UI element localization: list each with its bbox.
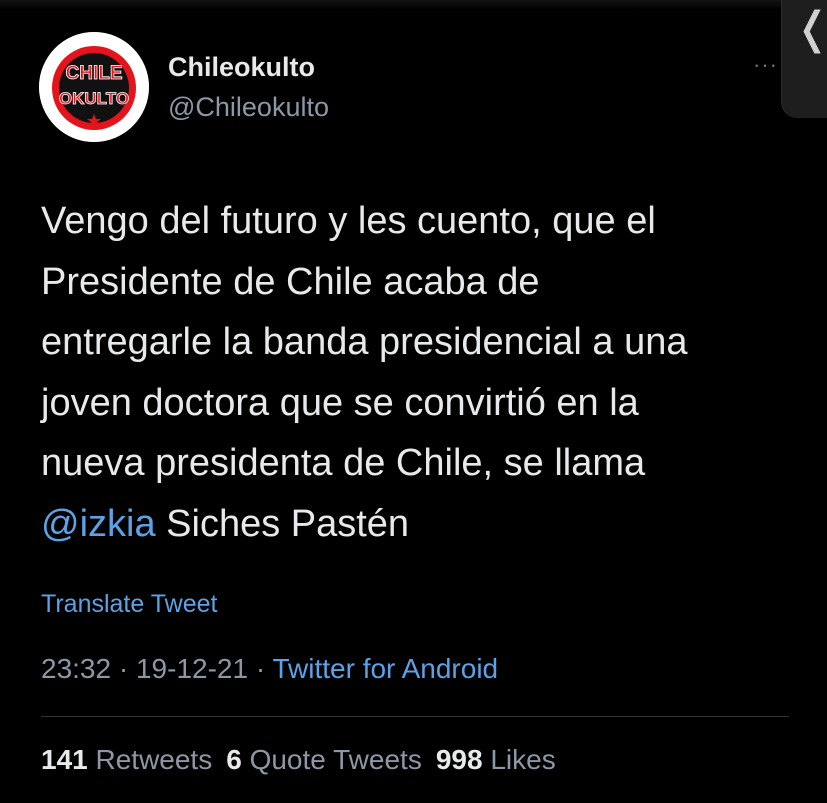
mention-link[interactable]: @izkia: [41, 503, 156, 545]
side-panel-handle[interactable]: ❬: [781, 0, 827, 118]
tweet-line: nueva presidenta de Chile, se llama: [41, 442, 646, 484]
retweets-stat[interactable]: 141 Retweets: [41, 744, 212, 775]
likes-stat[interactable]: 998 Likes: [436, 744, 556, 775]
tweet-text: Vengo del futuro y les cuento, que el Pr…: [41, 191, 801, 554]
meta-separator: ·: [111, 653, 136, 684]
tweet-meta: 23:32 · 19-12-21 · Twitter for Android: [41, 653, 498, 685]
tweet-source-link[interactable]: Twitter for Android: [272, 653, 498, 684]
tweet-line: Vengo del futuro y les cuento, que el: [41, 200, 656, 242]
more-horizontal-icon[interactable]: ···: [753, 52, 778, 78]
user-handle[interactable]: @Chileokulto: [168, 92, 329, 123]
retweets-count: 141: [41, 744, 88, 775]
tweet-line: entregarle la banda presidencial a una: [41, 321, 688, 363]
chevron-left-icon: ❬: [794, 4, 827, 54]
translate-tweet-link[interactable]: Translate Tweet: [41, 590, 217, 619]
tweet-stats: 141 Retweets 6 Quote Tweets 998 Likes: [41, 744, 556, 776]
tweet-line: Presidente de Chile acaba de: [41, 260, 540, 303]
tweet-date: 19-12-21: [135, 653, 249, 684]
tweet-line-rest: Siches Pastén: [155, 502, 410, 545]
quotes-stat[interactable]: 6 Quote Tweets: [226, 744, 422, 775]
quotes-count: 6: [226, 744, 242, 775]
likes-label: Likes: [482, 744, 556, 775]
likes-count: 998: [435, 744, 483, 775]
display-name[interactable]: Chileokulto: [168, 52, 315, 83]
chileokulto-logo: CHILE OKULTO: [39, 32, 149, 142]
tweet-last-line: @izkia Siches Pastén: [41, 494, 801, 555]
avatar-text-bottom: OKULTO: [59, 89, 129, 108]
tweet-time: 23:32: [41, 653, 112, 684]
meta-separator: ·: [248, 653, 273, 684]
quotes-label: Quote Tweets: [241, 744, 422, 775]
divider: [41, 716, 789, 717]
avatar[interactable]: CHILE OKULTO: [39, 32, 149, 142]
top-shadow: [0, 0, 827, 10]
retweets-label: Retweets: [87, 744, 213, 775]
avatar-text-top: CHILE: [66, 63, 123, 84]
tweet-line: joven doctora que se convirtió en la: [41, 381, 639, 424]
